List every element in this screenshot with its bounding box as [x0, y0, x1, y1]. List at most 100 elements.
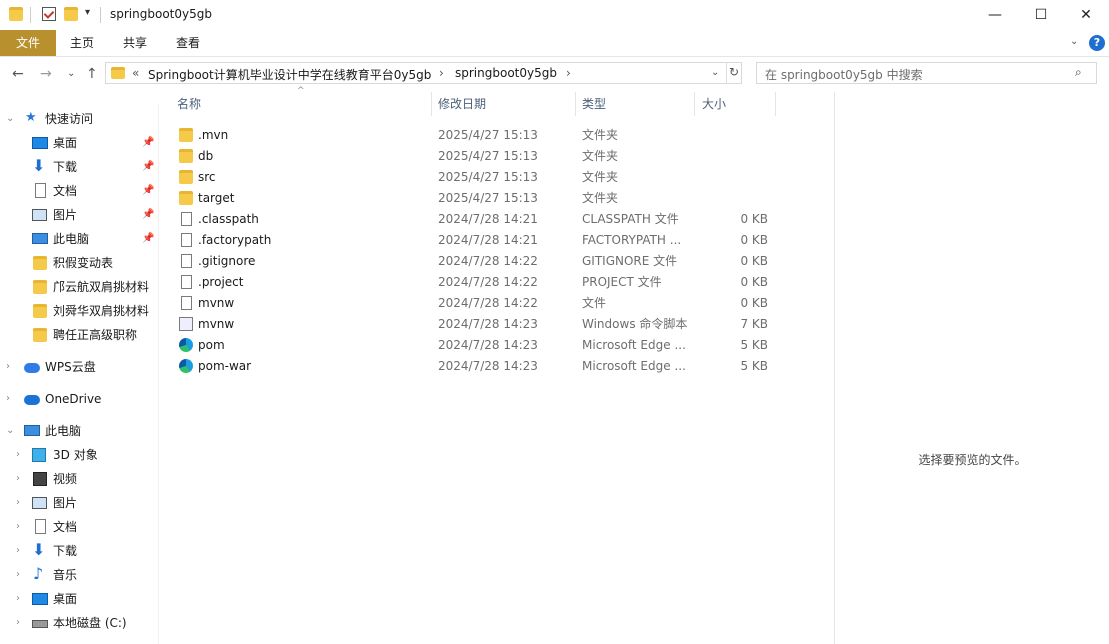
file-row[interactable]: .gitignore 2024/7/28 14:22 GITIGNORE 文件 … — [176, 251, 776, 272]
file-row[interactable]: .classpath 2024/7/28 14:21 CLASSPATH 文件 … — [176, 209, 776, 230]
file-type: 文件夹 — [582, 191, 619, 205]
properties-icon[interactable] — [42, 7, 56, 21]
column-name[interactable]: 名称 — [177, 92, 201, 116]
sidebar-item-label: 下载 — [53, 544, 78, 558]
folder-icon — [33, 280, 47, 294]
sidebar-item-label: 刘舜华双肩挑材料 — [53, 304, 150, 318]
chevron-down-icon[interactable]: ⌄ — [6, 107, 14, 131]
file-name: target — [198, 191, 235, 205]
search-box[interactable]: 在 springboot0y5gb 中搜索 ⌕ — [756, 62, 1097, 84]
chevron-right-icon[interactable]: › — [16, 491, 20, 515]
sidebar-item-quick-access[interactable]: ⌄ ★ 快速访问 — [0, 107, 158, 131]
tab-share[interactable]: 共享 — [110, 30, 160, 56]
sidebar-item-label: 桌面 — [53, 136, 78, 150]
sidebar-item-this-pc[interactable]: ⌄ 此电脑 — [0, 419, 158, 443]
expand-ribbon-icon[interactable]: ⌄ — [1070, 36, 1078, 47]
file-row[interactable]: pom 2024/7/28 14:23 Microsoft Edge ... 5… — [176, 335, 776, 356]
chevron-right-icon[interactable]: › — [16, 611, 20, 635]
sidebar-item-videos[interactable]: › 视频 — [0, 467, 158, 491]
sidebar-item-desktop[interactable]: 桌面 📌 — [0, 131, 158, 155]
sidebar-item-wps-cloud[interactable]: › WPS云盘 — [0, 355, 158, 379]
pin-icon[interactable]: 📌 — [142, 155, 154, 179]
forward-icon[interactable]: → — [40, 66, 52, 82]
chevron-right-icon[interactable]: › — [16, 467, 20, 491]
file-row[interactable]: db 2025/4/27 15:13 文件夹 — [176, 146, 776, 167]
file-row[interactable]: .factorypath 2024/7/28 14:21 FACTORYPATH… — [176, 230, 776, 251]
chevron-right-icon[interactable]: › — [16, 563, 20, 587]
customize-toolbar-icon[interactable]: ▾ — [85, 7, 90, 18]
onedrive-icon — [24, 395, 40, 405]
tab-view[interactable]: 查看 — [163, 30, 213, 56]
sidebar-item-documents-pc[interactable]: › 文档 — [0, 515, 158, 539]
pin-icon[interactable]: 📌 — [142, 179, 154, 203]
sidebar-item-downloads-pc[interactable]: › ⬇ 下载 — [0, 539, 158, 563]
breadcrumb-separator[interactable]: › — [439, 66, 444, 80]
sidebar-item-desktop-pc[interactable]: › 桌面 — [0, 587, 158, 611]
sidebar-item-recent-folder[interactable]: 积假变动表 — [0, 251, 158, 275]
file-row[interactable]: target 2025/4/27 15:13 文件夹 — [176, 188, 776, 209]
search-icon[interactable]: ⌕ — [1075, 65, 1082, 80]
chevron-right-icon[interactable]: › — [16, 587, 20, 611]
file-date: 2024/7/28 14:21 — [438, 233, 538, 247]
breadcrumb-separator[interactable]: › — [566, 66, 571, 80]
file-row[interactable]: .project 2024/7/28 14:22 PROJECT 文件 0 KB — [176, 272, 776, 293]
help-icon[interactable]: ? — [1089, 35, 1105, 51]
column-date[interactable]: 修改日期 — [438, 92, 486, 116]
file-row[interactable]: .mvn 2025/4/27 15:13 文件夹 — [176, 125, 776, 146]
file-row[interactable]: mvnw 2024/7/28 14:23 Windows 命令脚本 7 KB — [176, 314, 776, 335]
address-bar[interactable]: « Springboot计算机毕业设计中学在线教育平台0y5gb › sprin… — [105, 62, 742, 84]
tab-home[interactable]: 主页 — [57, 30, 107, 56]
column-separator[interactable] — [575, 92, 576, 116]
sidebar-item-pictures-pc[interactable]: › 图片 — [0, 491, 158, 515]
file-row[interactable]: src 2025/4/27 15:13 文件夹 — [176, 167, 776, 188]
sidebar-item-documents[interactable]: 文档 📌 — [0, 179, 158, 203]
up-icon[interactable]: ↑ — [86, 66, 98, 82]
sidebar-item-music[interactable]: › ♪ 音乐 — [0, 563, 158, 587]
chevron-right-icon[interactable]: › — [6, 355, 10, 379]
sidebar-item-local-disk[interactable]: › 本地磁盘 (C:) — [0, 611, 158, 635]
file-name: .project — [198, 275, 244, 289]
minimize-button[interactable]: — — [972, 0, 1018, 30]
column-type[interactable]: 类型 — [582, 92, 606, 116]
breadcrumb-item[interactable]: springboot0y5gb — [455, 66, 557, 80]
column-size[interactable]: 大小 — [702, 92, 726, 116]
file-icon — [181, 296, 192, 310]
column-separator[interactable] — [431, 92, 432, 116]
sidebar-item-label: 此电脑 — [45, 424, 82, 438]
sidebar-item-recent-folder[interactable]: 刘舜华双肩挑材料 — [0, 299, 158, 323]
column-separator[interactable] — [694, 92, 695, 116]
sidebar-item-recent-folder[interactable]: 邝云航双肩挑材料 — [0, 275, 158, 299]
column-separator[interactable] — [775, 92, 776, 116]
recent-locations-icon[interactable]: ⌄ — [67, 68, 75, 79]
title-bar: ▾ springboot0y5gb — ☐ ✕ — [0, 0, 1109, 30]
sidebar-item-pictures[interactable]: 图片 📌 — [0, 203, 158, 227]
maximize-button[interactable]: ☐ — [1018, 0, 1064, 30]
chevron-right-icon[interactable]: › — [16, 515, 20, 539]
back-icon[interactable]: ← — [12, 66, 24, 82]
sidebar-item-3d-objects[interactable]: › 3D 对象 — [0, 443, 158, 467]
sidebar-item-downloads[interactable]: ⬇ 下载 📌 — [0, 155, 158, 179]
computer-icon — [32, 233, 48, 244]
refresh-icon[interactable]: ↻ — [729, 65, 739, 79]
file-row[interactable]: pom-war 2024/7/28 14:23 Microsoft Edge .… — [176, 356, 776, 377]
search-input[interactable]: 在 springboot0y5gb 中搜索 — [765, 66, 923, 83]
chevron-right-icon[interactable]: › — [16, 443, 20, 467]
chevron-right-icon[interactable]: › — [16, 539, 20, 563]
pin-icon[interactable]: 📌 — [142, 203, 154, 227]
new-folder-icon[interactable] — [64, 7, 78, 21]
breadcrumb-item[interactable]: Springboot计算机毕业设计中学在线教育平台0y5gb — [148, 66, 431, 83]
pin-icon[interactable]: 📌 — [142, 131, 154, 155]
breadcrumb-overflow[interactable]: « — [132, 66, 139, 80]
address-dropdown-icon[interactable]: ⌄ — [711, 67, 719, 78]
chevron-down-icon[interactable]: ⌄ — [6, 419, 14, 443]
close-button[interactable]: ✕ — [1063, 0, 1109, 30]
sidebar-item-label: 文档 — [53, 184, 78, 198]
pin-icon[interactable]: 📌 — [142, 227, 154, 251]
tab-file[interactable]: 文件 — [0, 30, 56, 56]
sidebar-item-onedrive[interactable]: › OneDrive — [0, 387, 158, 411]
sidebar-item-recent-folder[interactable]: 聘任正高级职称 — [0, 323, 158, 347]
file-row[interactable]: mvnw 2024/7/28 14:22 文件 0 KB — [176, 293, 776, 314]
sidebar-item-label: 邝云航双肩挑材料 — [53, 280, 150, 294]
chevron-right-icon[interactable]: › — [6, 387, 10, 411]
sidebar-item-this-pc-pinned[interactable]: 此电脑 📌 — [0, 227, 158, 251]
